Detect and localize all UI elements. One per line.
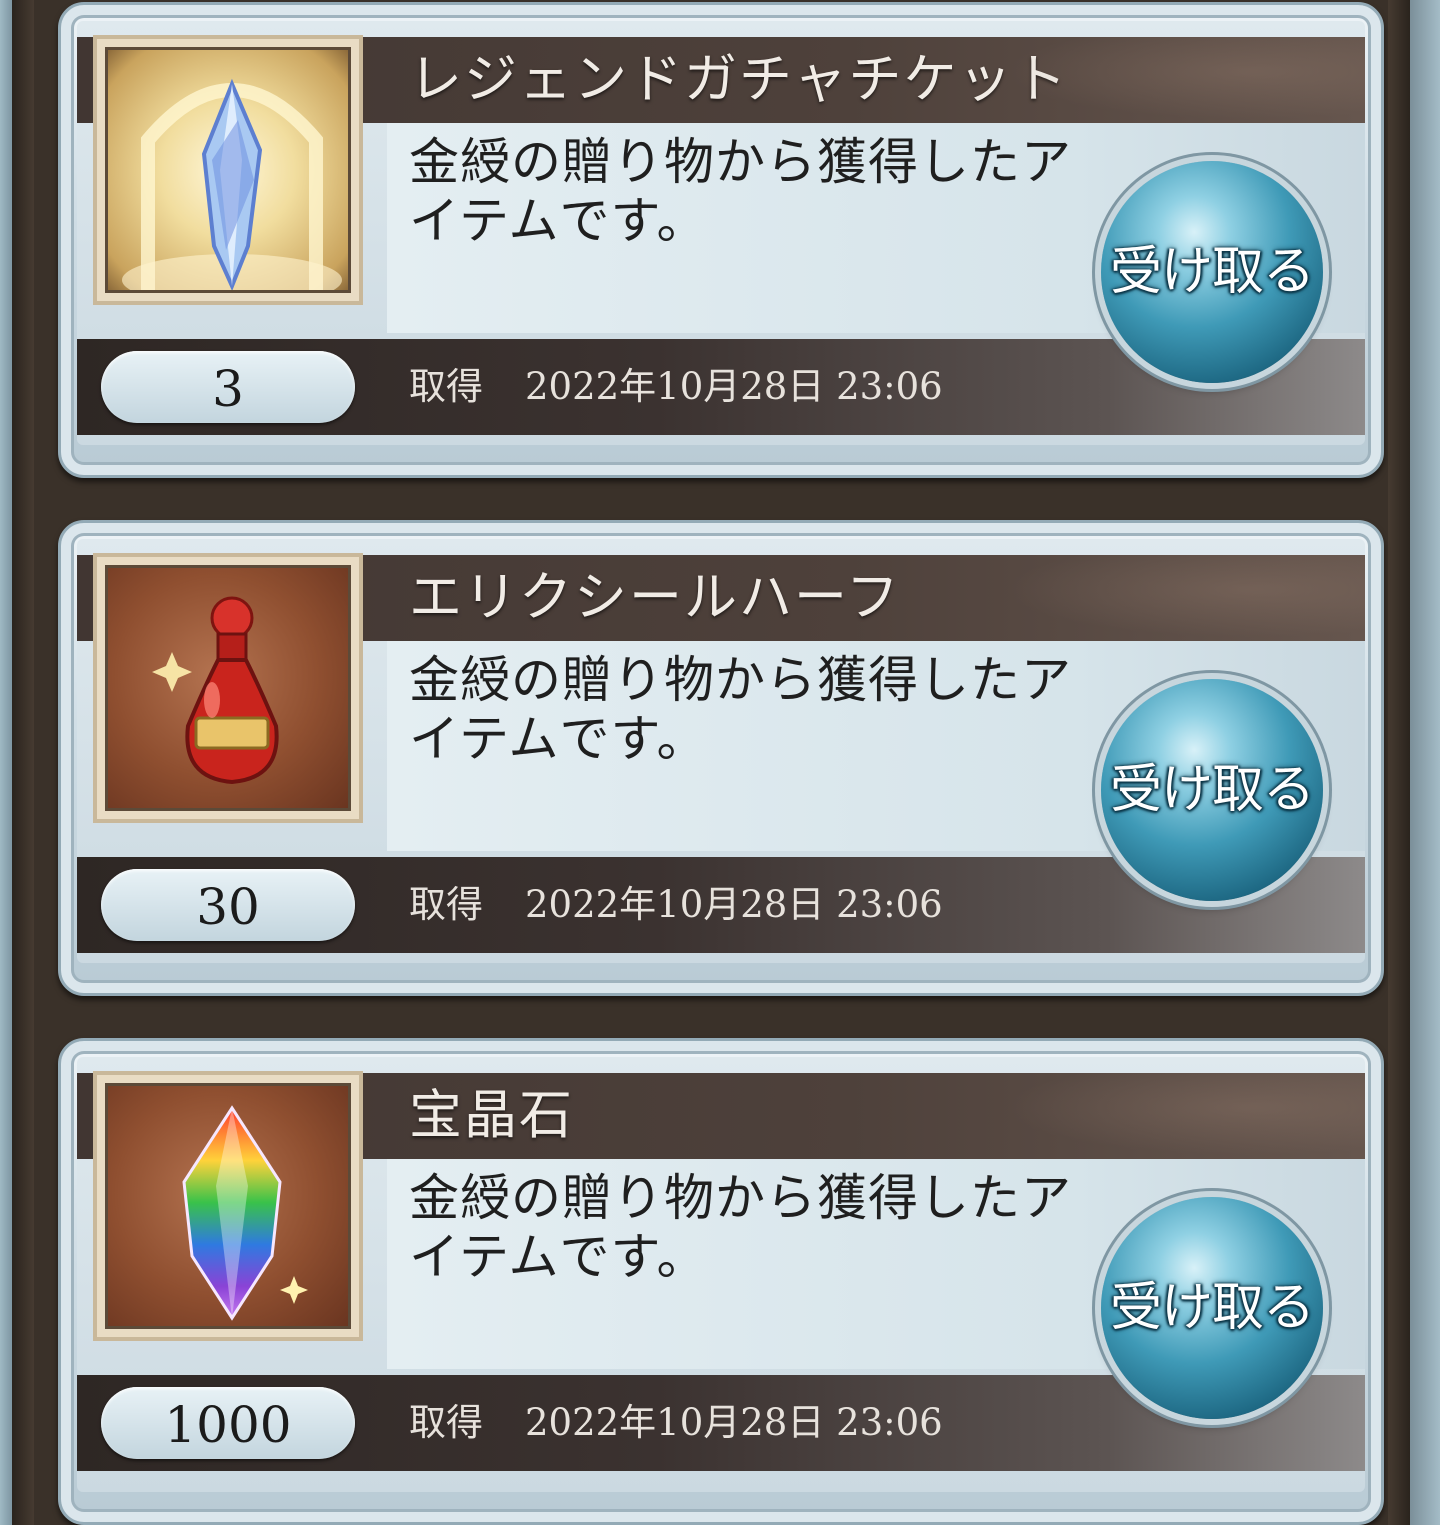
item-description: 金綬の贈り物から獲得したアイテムです。 [409,651,1072,768]
acquired-date: 2022年10月28日 23:06 [525,365,943,408]
receive-button[interactable]: 受け取る [1101,1197,1323,1419]
item-card: エリクシールハーフ 金綬の贈り物から獲得したアイテムです。 30 取得 2022… [58,520,1384,996]
item-card: レジェンドガチャチケット 金綬の贈り物から獲得したアイテムです。 3 取得 20… [58,2,1384,478]
item-name: 宝晶石 [409,1085,574,1146]
receive-button[interactable]: 受け取る [1101,679,1323,901]
item-description: 金綬の贈り物から獲得したアイテムです。 [409,1169,1072,1286]
crystal-icon [93,1071,363,1341]
item-name: レジェンドガチャチケット [409,49,1069,110]
legend-gacha-ticket-icon [93,35,363,305]
elixir-half-icon [93,553,363,823]
quantity-badge: 30 [101,869,355,941]
receive-button-label: 受け取る [1109,242,1315,302]
left-edge [0,0,12,1525]
acquired-label: 取得 [409,365,483,408]
quantity-badge: 1000 [101,1387,355,1459]
receive-button-label: 受け取る [1109,760,1315,820]
receive-button[interactable]: 受け取る [1101,161,1323,383]
right-scroll-edge [1410,0,1440,1525]
quantity-badge: 3 [101,351,355,423]
acquired-label: 取得 [409,1401,483,1444]
item-description: 金綬の贈り物から獲得したアイテムです。 [409,133,1072,250]
acquired-label: 取得 [409,883,483,926]
acquired-date: 2022年10月28日 23:06 [525,883,943,926]
item-card: 宝晶石 金綬の贈り物から獲得したアイテムです。 1000 取得 2022年10月… [58,1038,1384,1525]
item-name: エリクシールハーフ [409,567,901,628]
receive-button-label: 受け取る [1109,1278,1315,1338]
acquired-date: 2022年10月28日 23:06 [525,1401,943,1444]
